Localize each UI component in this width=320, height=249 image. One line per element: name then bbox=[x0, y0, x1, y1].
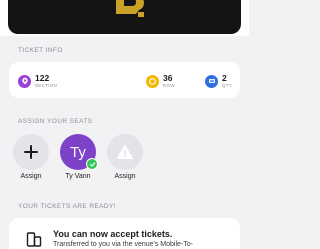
assign-seat-3[interactable]: Assign bbox=[105, 134, 145, 180]
qty-value: 2 bbox=[222, 73, 227, 83]
qty-stat: 2 QTY bbox=[205, 71, 232, 91]
avatar-initials: Ty bbox=[70, 143, 86, 161]
assigned-seat-ty-vann[interactable]: Ty Ty Vann bbox=[58, 134, 98, 180]
row-label: ROW bbox=[163, 82, 175, 88]
section-stat: 122 SECTION bbox=[18, 71, 57, 91]
ticket-info-heading: TICKET INFO bbox=[18, 47, 63, 54]
assign-seat-button[interactable] bbox=[13, 134, 49, 170]
assign-seat-1-label: Assign bbox=[20, 173, 42, 180]
accept-tickets-card[interactable]: You can now accept tickets. Transferred … bbox=[9, 218, 240, 249]
row-value: 36 bbox=[163, 73, 173, 83]
team-logo-icon bbox=[116, 0, 144, 17]
phone-tickets-icon bbox=[26, 232, 42, 247]
ticket-info-card: 122 SECTION 36 ROW 2 QTY bbox=[9, 62, 240, 98]
location-pin-icon bbox=[18, 74, 31, 88]
assigned-seat-name: Ty Vann bbox=[65, 173, 91, 180]
ticket-hero-image bbox=[8, 0, 241, 34]
section-label: SECTION bbox=[35, 82, 58, 88]
accept-tickets-body: Transferred to you via the venue's Mobil… bbox=[53, 241, 193, 248]
avatar[interactable]: Ty bbox=[60, 134, 98, 170]
assign-seat-warning-button[interactable] bbox=[107, 134, 143, 170]
row-stat: 36 ROW bbox=[146, 71, 175, 91]
check-badge-icon bbox=[86, 158, 98, 170]
ticket-count-icon bbox=[205, 74, 218, 88]
ticket-hero bbox=[0, 0, 249, 36]
assign-seat-1[interactable]: Assign bbox=[11, 134, 51, 180]
assign-seat-3-label: Assign bbox=[114, 173, 136, 180]
warning-icon bbox=[117, 145, 133, 159]
accept-tickets-title: You can now accept tickets. bbox=[53, 229, 173, 239]
assign-seats-heading: ASSIGN YOUR SEATS bbox=[18, 118, 93, 125]
qty-label: QTY bbox=[222, 82, 233, 88]
tickets-ready-heading: YOUR TICKETS ARE READY! bbox=[18, 203, 116, 210]
row-coin-icon bbox=[146, 74, 159, 88]
plus-icon bbox=[24, 145, 38, 159]
section-value: 122 bbox=[35, 73, 50, 83]
